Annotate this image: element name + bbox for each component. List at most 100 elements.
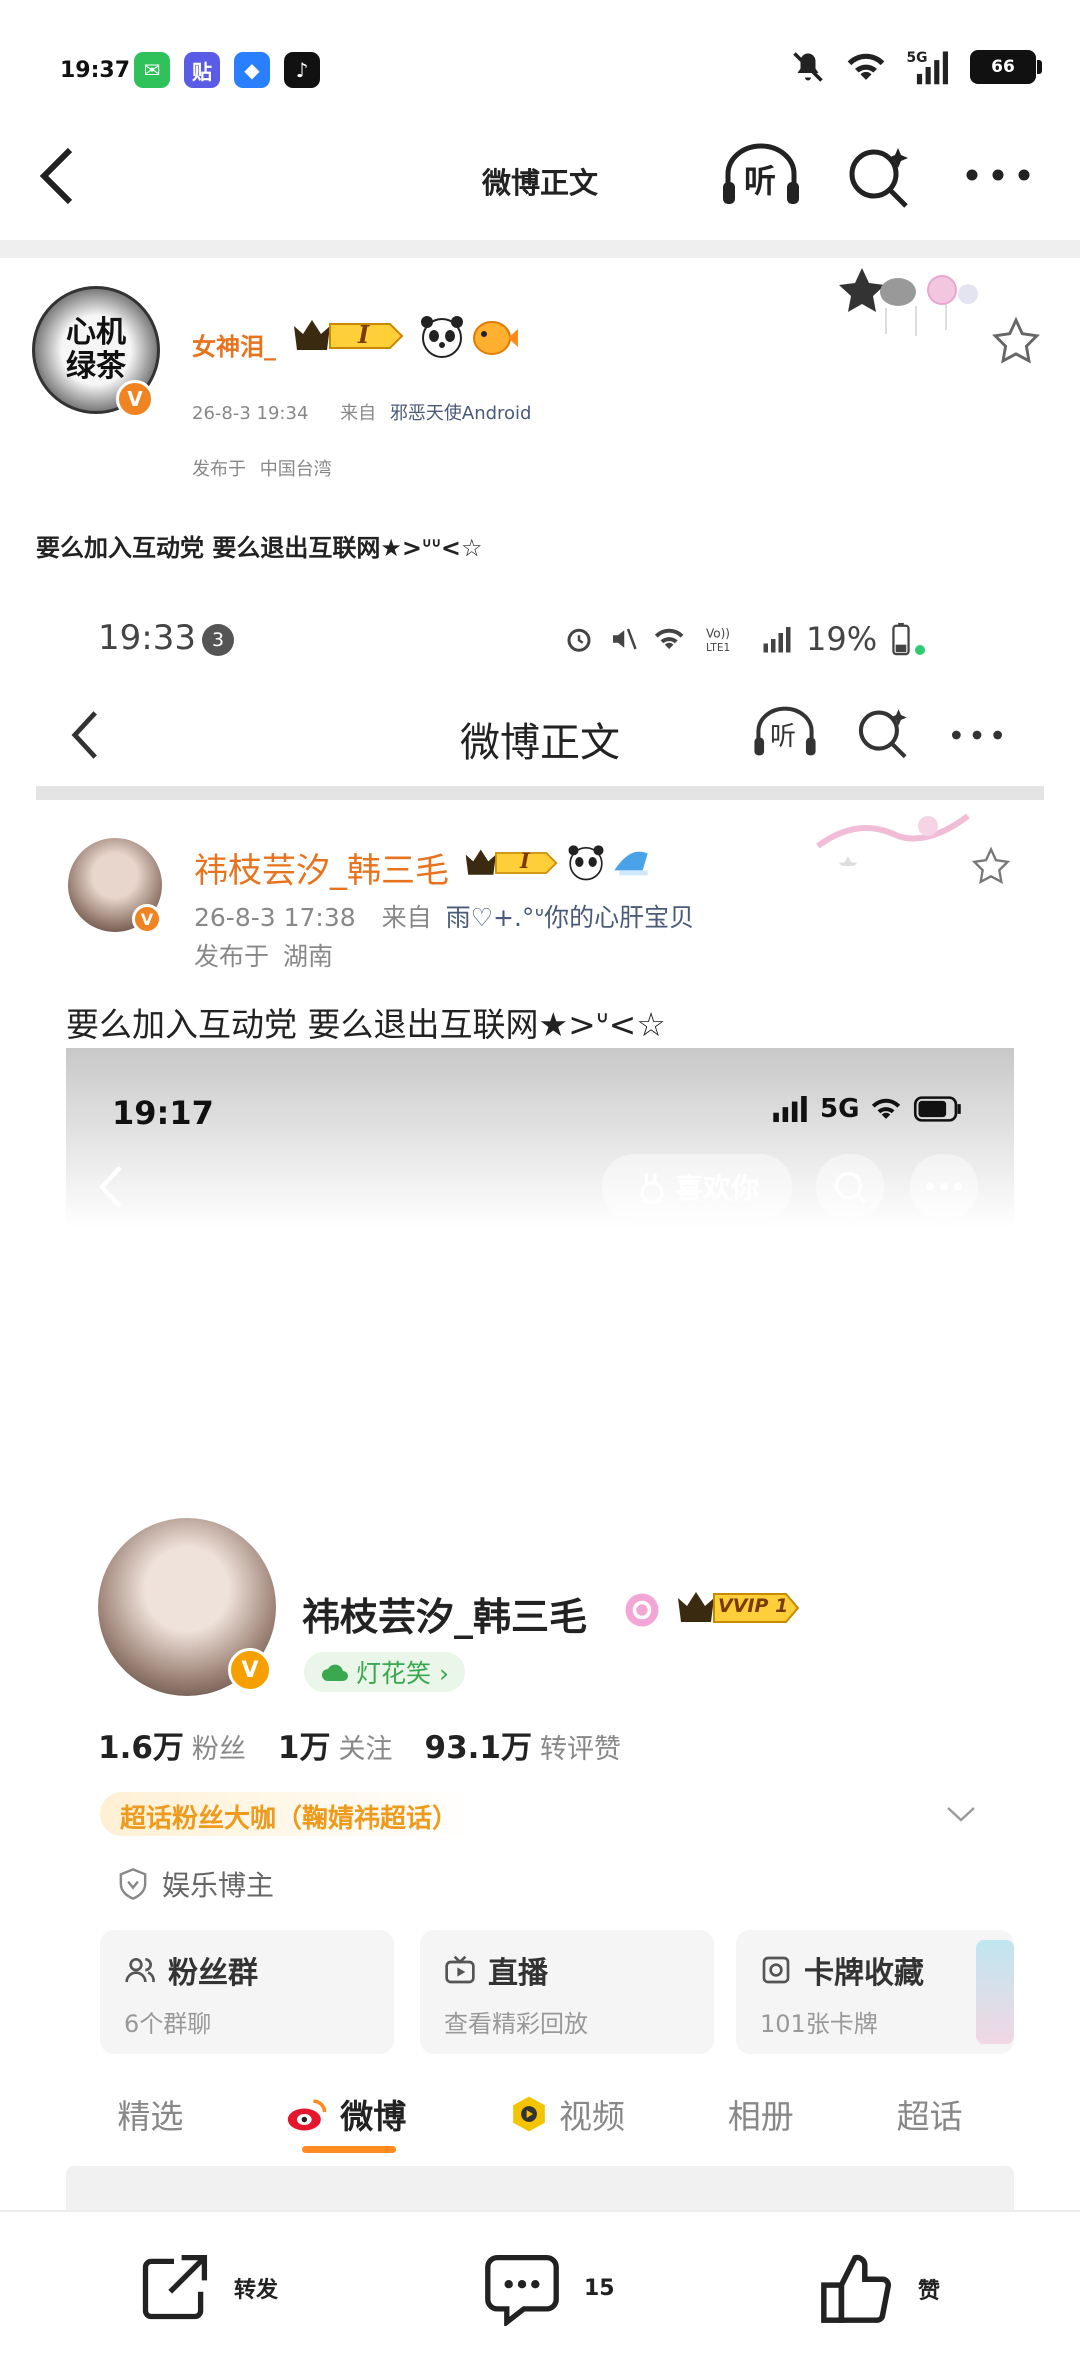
comment-button[interactable]: 15 (482, 2250, 615, 2326)
inner-wifi-icon (654, 628, 684, 649)
repost-button[interactable]: 转发 (136, 2250, 278, 2326)
post-username[interactable]: 女神泪_ (192, 327, 276, 362)
profile-tag-label: 灯花笑 › (356, 1659, 449, 1688)
repost-label: 转发 (234, 2278, 279, 2303)
svg-text:Vo)): Vo)) (706, 627, 730, 641)
video-icon (513, 2096, 545, 2132)
profile-battery-icon (914, 1096, 962, 1122)
profile-network: 5G (820, 1094, 860, 1124)
super-fan-badge: 超话粉丝大咖（鞠婧祎超话） (100, 1792, 479, 1836)
post-source[interactable]: 邪恶天使Android (390, 403, 532, 424)
listen-label: 听 (744, 162, 777, 200)
inner-post-text: 要么加入互动党 要么退出互联网★>ᐡ<☆ (66, 1005, 666, 1044)
more-icon[interactable] (964, 164, 1032, 186)
card-fan-group: 粉丝群 6个群聊 (100, 1930, 394, 2054)
inner-decoration-icon (816, 813, 970, 866)
card-thumbnail (976, 1940, 1014, 2044)
tiktok-icon: ♪ (284, 52, 320, 88)
pufferfish-icon (473, 321, 518, 355)
avatar-text: 心机绿茶 (66, 315, 126, 384)
tab-album: 相册 (727, 2097, 794, 2136)
inner-status-time: 19:33 (98, 618, 196, 658)
profile-tag: 灯花笑 › (304, 1652, 465, 1692)
profile-status-right: 5G (770, 1094, 963, 1124)
inner-date: 26-8-3 17:38 (194, 903, 356, 932)
inner-star-icon (971, 846, 1011, 884)
feishu-icon: ◆ (234, 52, 270, 88)
alarm-icon (567, 628, 591, 652)
tab-video: 视频 (509, 2090, 625, 2138)
profile-stats: 1.6万 粉丝 1万 关注 93.1万 转评赞 (98, 1722, 621, 1767)
inner-more-icon (951, 730, 1003, 740)
inner-location-prefix: 发布于 (194, 942, 270, 971)
location-prefix: 发布于 (192, 459, 246, 480)
inner-divider (36, 786, 1044, 800)
inner-source-prefix: 来自 (381, 903, 432, 932)
inner-search-icon (858, 709, 907, 759)
inner-username: 祎枝芸汐_韩三毛 (194, 851, 449, 891)
svg-text:5G: 5G (907, 50, 928, 66)
post-location: 发布于 中国台湾 (192, 455, 332, 481)
inner-signal-icon (763, 627, 791, 653)
profile-name: 祎枝芸汐_韩三毛 (302, 1595, 588, 1639)
wifi-icon (847, 53, 885, 80)
inner-meta: 26-8-3 17:38 来自 雨♡+.°ᐡ你的心肝宝贝 (194, 898, 694, 934)
verified-badge: V (116, 380, 154, 418)
mute-icon (793, 52, 823, 82)
inner-shark-icon (614, 851, 648, 876)
post-text: 要么加入互动党 要么退出互联网★>ᐡᐡ<☆ (36, 534, 483, 562)
profile-back-icon (98, 1165, 122, 1209)
inner-battery-pct: 19% (806, 620, 878, 658)
expand-chevron-icon (947, 1807, 975, 1822)
signal-5g-icon: 5G (907, 50, 948, 85)
comment-icon (485, 2254, 559, 2326)
profile-search-button (816, 1154, 884, 1220)
profile-signal-icon (773, 1096, 807, 1122)
tab-weibo: 微博 (286, 2090, 406, 2138)
search-icon[interactable] (846, 144, 912, 210)
card-live: 直播 查看精彩回放 (420, 1930, 714, 2054)
inner-location-value: 湖南 (282, 942, 333, 971)
panda-icon (421, 316, 463, 358)
tieba-icon: 贴 (184, 52, 220, 88)
inner-location: 发布于 湖南 (194, 937, 333, 973)
favorite-star-icon[interactable] (990, 316, 1042, 366)
all-weibo-bar (66, 2166, 1014, 2210)
like-you-button: 喜欢你 (602, 1154, 792, 1220)
stat-engagement: 93.1万 转评赞 (424, 1730, 622, 1766)
inner-panda-icon (568, 845, 604, 881)
inner-verified-badge: V (132, 904, 162, 934)
profile-category-label: 娱乐博主 (162, 1869, 275, 1902)
inner-crown-level-icon (465, 849, 558, 875)
profile-more-icon (926, 1183, 962, 1191)
inner-notif-badge: 3 (202, 624, 234, 656)
repost-icon (142, 2254, 208, 2320)
post-source-prefix: 来自 (340, 403, 377, 424)
decoration-stars-icon (839, 268, 978, 336)
card-collection: 卡牌收藏 101张卡牌 (736, 1930, 1014, 2054)
inner-listen-label: 听 (770, 722, 797, 752)
charging-dot (915, 645, 926, 655)
inner-battery-icon (892, 622, 910, 656)
status-right: 5G 66 (790, 48, 1042, 86)
level-badge-label: I (358, 320, 370, 349)
inner-level-label: I (520, 848, 530, 873)
inner-mute-icon (613, 628, 637, 650)
profile-verified-badge: V (228, 1648, 272, 1692)
like-label: 赞 (918, 2279, 941, 2304)
status-time: 19:37 (60, 58, 131, 83)
profile-search-icon (834, 1171, 867, 1204)
tv-icon (445, 1955, 475, 1984)
cloud-icon (322, 1664, 348, 1681)
profile-p-badge-icon (625, 1593, 659, 1627)
stat-followers: 1.6万 粉丝 (98, 1730, 246, 1766)
wechat-icon: ✉ (134, 52, 170, 88)
card-icon (762, 1956, 790, 1984)
profile-wifi-icon (872, 1098, 901, 1119)
volte-icon: Vo))LTE1 (706, 627, 730, 655)
inner-status-right: Vo)) LTE1 19% (564, 620, 926, 658)
profile-category: 娱乐博主 (118, 1864, 274, 1904)
listen-button[interactable]: 听 (720, 142, 802, 208)
like-button[interactable]: 赞 (818, 2250, 940, 2328)
inner-listen-button: 听 (752, 704, 818, 760)
